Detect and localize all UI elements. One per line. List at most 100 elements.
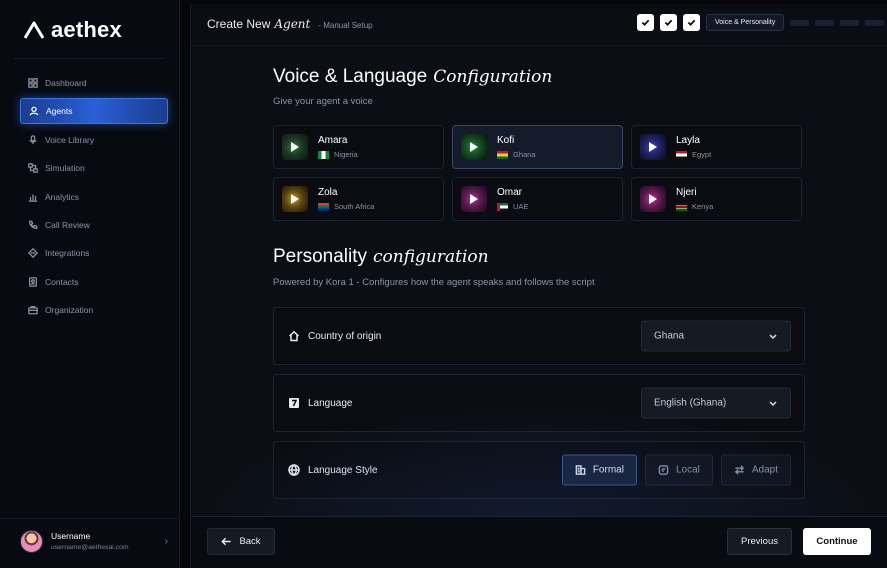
style-adapt-button[interactable]: Adapt	[720, 454, 791, 486]
sidebar-item-label: Call Review	[45, 219, 90, 230]
personality-section-title-text: Personality	[273, 246, 367, 267]
country-select[interactable]: Ghana	[641, 320, 791, 352]
step-pending	[790, 19, 810, 26]
sidebar-item-analytics[interactable]: Analytics	[20, 184, 168, 210]
voice-thumbnail[interactable]	[640, 186, 666, 212]
user-email: username@aethexai.com	[51, 544, 129, 551]
language-row: Language English (Ghana)	[273, 374, 805, 432]
language-style-label: Language Style	[288, 464, 378, 476]
sidebar-item-contacts[interactable]: Contacts	[20, 269, 168, 295]
sidebar-nav: Dashboard Agents Voice Library Simulatio…	[20, 70, 168, 326]
voice-card-layla[interactable]: Layla Egypt	[631, 125, 802, 169]
voice-country: Kenya	[676, 202, 713, 211]
back-button[interactable]: Back	[207, 528, 275, 555]
swap-icon	[734, 465, 744, 475]
voice-country-label: Ghana	[513, 150, 536, 159]
personality-section-title-italic: configuration	[373, 247, 489, 267]
voice-country-label: Kenya	[692, 202, 714, 211]
check-icon	[641, 19, 650, 27]
sidebar-item-label: Analytics	[45, 191, 80, 202]
voice-name: Amara	[318, 135, 348, 146]
footer-bar: Back Previous Continue	[191, 516, 887, 568]
arrow-left-icon	[221, 537, 232, 546]
voice-name: Zola	[318, 187, 338, 198]
country-select-value: Ghana	[654, 330, 685, 342]
play-icon	[649, 142, 657, 152]
aethex-logo-icon	[24, 21, 44, 39]
language-icon	[289, 398, 299, 408]
voice-name: Layla	[676, 135, 700, 146]
top-bar: Create New Agent - Manual Setup Voice & …	[191, 4, 887, 46]
language-select-value: English (Ghana)	[654, 397, 727, 409]
voice-thumbnail[interactable]	[461, 134, 487, 160]
user-icon	[29, 107, 39, 116]
voice-card-njeri[interactable]: Njeri Kenya	[631, 177, 802, 221]
user-name: Username	[51, 531, 91, 541]
voice-name: Njeri	[676, 187, 697, 198]
play-icon	[649, 194, 657, 204]
personality-section-subtitle: Powered by Kora 1 - Configures how the a…	[273, 277, 595, 288]
language-select[interactable]: English (Ghana)	[641, 387, 791, 419]
step-completed[interactable]	[637, 14, 654, 31]
contacts-icon	[29, 276, 37, 287]
sidebar-item-voice-library[interactable]: Voice Library	[20, 127, 168, 153]
continue-button[interactable]: Continue	[803, 528, 871, 555]
brand-logo[interactable]: aethex	[24, 17, 122, 43]
language-style-row: Language Style Formal Local Adapt	[273, 441, 805, 499]
microphone-icon	[29, 134, 37, 144]
chevron-down-icon	[769, 333, 777, 339]
style-formal-button[interactable]: Formal	[561, 454, 637, 486]
sidebar-item-label: Voice Library	[45, 134, 95, 145]
voice-thumbnail[interactable]	[640, 134, 666, 160]
country-of-origin-row: Country of origin Ghana	[273, 307, 805, 365]
step-completed[interactable]	[683, 14, 700, 31]
egypt-flag-icon	[676, 150, 687, 159]
style-adapt-label: Adapt	[751, 464, 778, 476]
language-style-selector: Formal Local Adapt	[561, 454, 791, 486]
voice-thumbnail[interactable]	[282, 186, 308, 212]
ghana-flag-icon	[497, 150, 508, 159]
divider	[14, 58, 165, 59]
voice-section-title: Voice & Language Configuration	[273, 66, 552, 88]
step-pending	[865, 19, 885, 26]
voice-grid: Amara Nigeria Kofi Ghana Layla Egypt Zol…	[273, 125, 803, 221]
back-button-label: Back	[239, 536, 261, 547]
voice-section-title-text: Voice & Language	[273, 66, 428, 87]
sidebar-item-call-review[interactable]: Call Review	[20, 212, 168, 238]
voice-card-amara[interactable]: Amara Nigeria	[273, 125, 444, 169]
voice-thumbnail[interactable]	[282, 134, 308, 160]
voice-card-omar[interactable]: Omar UAE	[452, 177, 623, 221]
voice-section-title-italic: Configuration	[433, 67, 553, 87]
voice-country: South Africa	[318, 202, 374, 211]
personality-section-title: Personality configuration	[273, 246, 489, 268]
voice-country-label: UAE	[513, 202, 529, 211]
language-label: Language	[288, 397, 353, 409]
step-current[interactable]: Voice & Personality	[706, 14, 785, 31]
play-icon	[470, 142, 478, 152]
language-label-text: Language	[308, 397, 353, 409]
sidebar-item-simulation[interactable]: Simulation	[20, 155, 168, 181]
user-profile[interactable]: Username username@aethexai.com ›	[20, 528, 168, 554]
previous-button[interactable]: Previous	[727, 528, 792, 555]
voice-country-label: Nigeria	[334, 150, 358, 159]
grid-icon	[28, 78, 38, 88]
integrations-icon	[28, 248, 38, 259]
language-style-label-text: Language Style	[308, 464, 378, 476]
play-icon	[291, 142, 299, 152]
page-title-text: Create New	[207, 17, 271, 31]
sidebar-item-integrations[interactable]: Integrations	[20, 240, 168, 266]
sidebar-item-agents[interactable]: Agents	[20, 98, 168, 125]
step-completed[interactable]	[660, 14, 677, 31]
stepper: Voice & Personality	[637, 14, 885, 31]
bar-chart-icon	[28, 194, 38, 202]
style-local-button[interactable]: Local	[644, 454, 713, 486]
sidebar-item-label: Dashboard	[45, 78, 87, 88]
sidebar-item-organization[interactable]: Organization	[20, 297, 168, 323]
divider	[0, 518, 179, 519]
sidebar-item-dashboard[interactable]: Dashboard	[20, 70, 168, 96]
voice-card-kofi[interactable]: Kofi Ghana	[452, 125, 623, 169]
voice-country: Ghana	[497, 150, 536, 159]
voice-thumbnail[interactable]	[461, 186, 487, 212]
voice-card-zola[interactable]: Zola South Africa	[273, 177, 444, 221]
page-title-italic: Agent	[274, 17, 311, 31]
